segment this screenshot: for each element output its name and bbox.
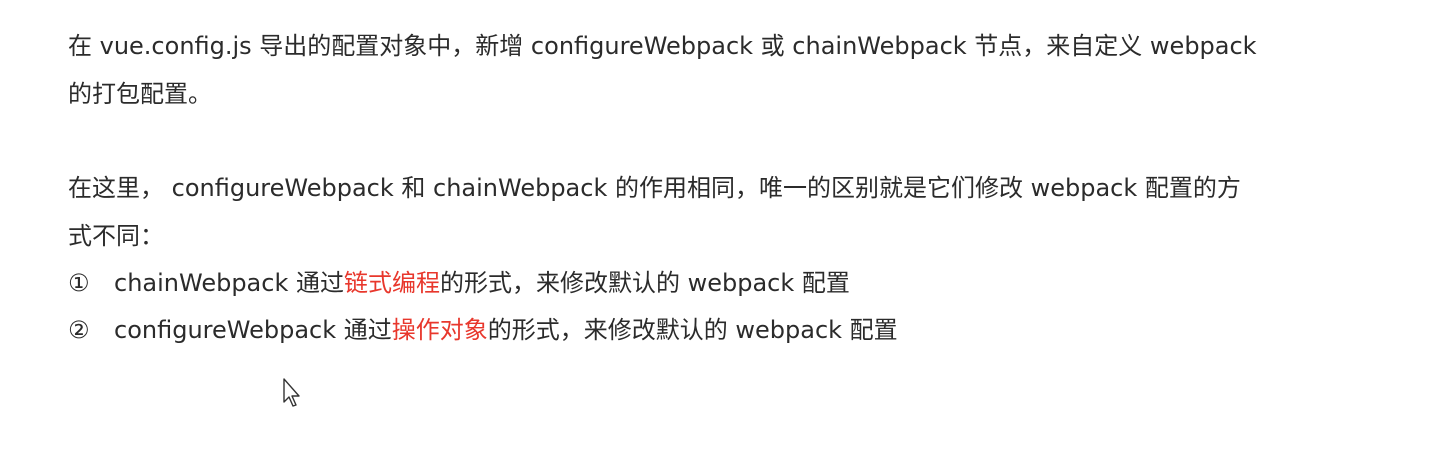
mouse-pointer-icon xyxy=(283,378,300,407)
list-item: ② configureWebpack 通过操作对象的形式，来修改默认的 webpa… xyxy=(68,307,1368,354)
document-body: 在 vue.config.js 导出的配置对象中，新增 configureWeb… xyxy=(68,22,1368,354)
list-item: ① chainWebpack 通过链式编程的形式，来修改默认的 webpack 配… xyxy=(68,260,1368,307)
list-marker: ① xyxy=(68,269,90,297)
intro-line-1: 在 vue.config.js 导出的配置对象中，新增 configureWeb… xyxy=(68,32,1257,60)
comparison-paragraph: 在这里， configureWebpack 和 chainWebpack 的作用… xyxy=(68,164,1368,260)
intro-line-2: 的打包配置。 xyxy=(68,80,212,108)
list-marker: ② xyxy=(68,316,90,344)
comparison-line-1: 在这里， configureWebpack 和 chainWebpack 的作用… xyxy=(68,174,1241,202)
list-item-text-after: 的形式，来修改默认的 webpack 配置 xyxy=(487,316,898,344)
highlight-text: 链式编程 xyxy=(343,269,440,297)
list-item-text-after: 的形式，来修改默认的 webpack 配置 xyxy=(439,269,850,297)
list-item-text-before: chainWebpack 通过 xyxy=(114,269,344,297)
page: { "paragraph1": { "line1": "在 vue.config… xyxy=(0,0,1432,460)
highlight-text: 操作对象 xyxy=(391,316,488,344)
difference-list: ① chainWebpack 通过链式编程的形式，来修改默认的 webpack 配… xyxy=(68,260,1368,354)
list-item-text-before: configureWebpack 通过 xyxy=(114,316,392,344)
comparison-line-2: 式不同： xyxy=(68,222,164,250)
intro-paragraph: 在 vue.config.js 导出的配置对象中，新增 configureWeb… xyxy=(68,22,1368,118)
